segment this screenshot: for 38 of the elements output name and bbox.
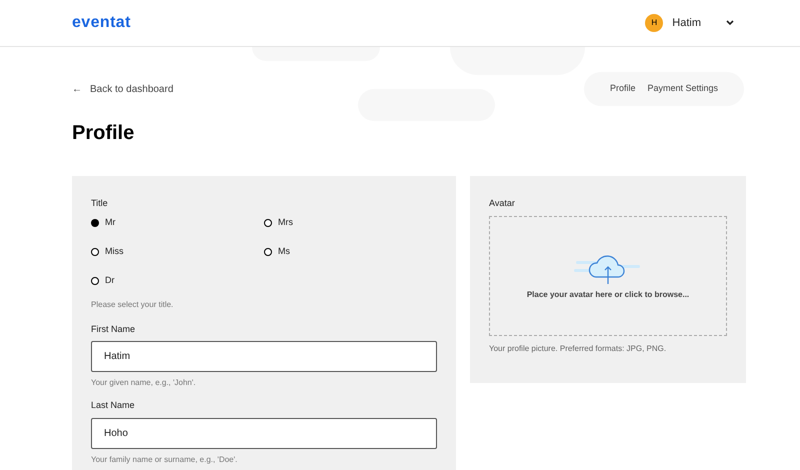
avatar-dropzone[interactable]: Place your avatar here or click to browse... (489, 216, 727, 336)
radio-button[interactable] (91, 277, 99, 285)
radio-button[interactable] (91, 248, 99, 256)
help-text: Your profile picture. Preferred formats: JPG, PNG. (489, 342, 668, 354)
dropzone-text: Place your avatar here or click to browse... (526, 288, 690, 300)
back-arrow: ← (72, 82, 82, 96)
radio-option[interactable]: Ms (264, 244, 437, 260)
tab[interactable]: Profile (610, 82, 636, 96)
radio-label: Mr (105, 216, 116, 230)
chevron-down-icon (726, 20, 734, 26)
text-field[interactable]: Hoho (91, 418, 437, 448)
text-field[interactable]: Hatim (91, 341, 437, 372)
radio-label: Mrs (278, 216, 293, 230)
tab[interactable]: Payment Settings (647, 82, 718, 96)
user-menu[interactable]: H Hatim (645, 14, 734, 32)
radio-label: Dr (105, 274, 114, 288)
field-label: Avatar (489, 197, 516, 210)
radio-label: Ms (278, 245, 290, 258)
user-name: Hatim (672, 16, 701, 31)
radio-option[interactable]: Dr (91, 274, 264, 288)
radio-button[interactable] (264, 248, 272, 256)
help-text: Your family name or surname, e.g., 'Doe'. (91, 454, 238, 466)
radio-button[interactable] (264, 219, 272, 227)
radio-option[interactable]: Mrs (264, 216, 437, 230)
field-label: Last Name (91, 399, 136, 412)
radio-option[interactable]: Miss (91, 244, 264, 260)
user-avatar: H (645, 14, 664, 32)
help-text: Please select your title. (91, 298, 174, 310)
back-label: Back to dashboard (90, 82, 174, 96)
radio-option[interactable]: Mr (91, 216, 264, 230)
field-label: Title (91, 197, 109, 210)
back-link[interactable]: ← Back to dashboard (72, 82, 174, 96)
radio-button[interactable] (91, 219, 99, 227)
help-text: Your given name, e.g., 'John'. (91, 377, 197, 389)
page-title: Profile (72, 121, 136, 146)
logo[interactable]: eventat (72, 11, 131, 35)
field-label: First Name (91, 322, 136, 336)
radio-label: Miss (105, 245, 124, 258)
